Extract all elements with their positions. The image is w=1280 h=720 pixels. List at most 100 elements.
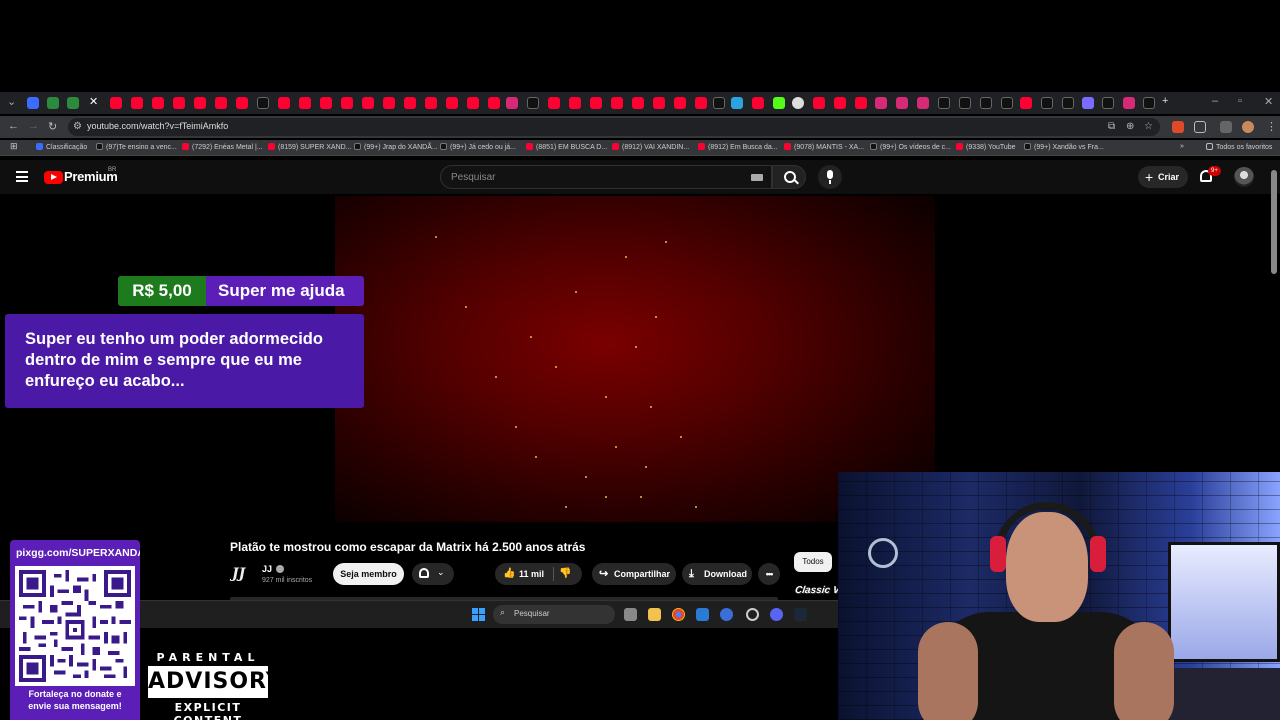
browser-menu-icon[interactable]: ⋮ — [1266, 120, 1277, 133]
bookmark-item[interactable]: (8851) EM BUSCA D... — [526, 143, 607, 151]
more-bookmarks-icon[interactable]: » — [1180, 143, 1184, 150]
network-app-icon[interactable] — [720, 608, 733, 621]
tab-favicon[interactable] — [47, 97, 59, 109]
tab-favicon[interactable] — [1062, 97, 1074, 109]
photos-app-icon[interactable] — [696, 608, 709, 621]
bookmark-item[interactable]: (99+) Os vídeos de c... — [870, 143, 951, 151]
tab-favicon[interactable] — [506, 97, 518, 109]
tab-favicon[interactable] — [752, 97, 764, 109]
bookmark-item[interactable]: (8912) Em Busca da... — [698, 143, 778, 151]
tab-favicon[interactable] — [773, 97, 785, 109]
task-view-icon[interactable] — [624, 608, 637, 621]
tab-favicon[interactable] — [632, 97, 644, 109]
bookmark-item[interactable]: (99+) Já cedo ou já... — [440, 143, 516, 151]
url-field[interactable]: ⚙ youtube.com/watch?v=fTeimiAmkfo ⧉ ⊕ ☆ — [68, 118, 1160, 136]
tab-favicon[interactable] — [1041, 97, 1053, 109]
tab-favicon[interactable] — [194, 97, 206, 109]
tab-favicon[interactable] — [299, 97, 311, 109]
more-actions-button[interactable]: ••• — [758, 563, 780, 585]
tab-favicon[interactable] — [320, 97, 332, 109]
tab-favicon[interactable] — [713, 97, 725, 109]
minimize-icon[interactable]: – — [1212, 95, 1218, 107]
taskbar-search[interactable]: ⌕ Pesquisar — [493, 605, 615, 624]
apps-grid-icon[interactable]: ⊞ — [10, 141, 18, 152]
bookmark-item[interactable]: (7292) Enéas Metal |... — [182, 143, 263, 151]
tab-favicon[interactable] — [527, 97, 539, 109]
subscription-bell-button[interactable]: ⌄ — [412, 563, 454, 585]
tab-favicon[interactable] — [467, 97, 479, 109]
tab-favicon[interactable] — [855, 97, 867, 109]
tab-favicon[interactable] — [173, 97, 185, 109]
maximize-icon[interactable]: ▫ — [1238, 95, 1242, 107]
bookmark-item[interactable]: (9338) YouTube — [956, 143, 1016, 151]
bookmark-item[interactable]: (97)Te ensino a venc... — [96, 143, 177, 151]
extensions-puzzle-icon[interactable] — [1194, 121, 1206, 133]
bookmark-star-icon[interactable]: ☆ — [1144, 121, 1153, 132]
share-button[interactable]: ↪ Compartilhar — [592, 563, 676, 585]
like-count[interactable]: 11 mil — [519, 563, 544, 585]
app-icon[interactable] — [770, 608, 783, 621]
tab-favicon[interactable] — [917, 97, 929, 109]
windows-start-icon[interactable] — [472, 608, 485, 621]
back-icon[interactable]: ← — [8, 120, 19, 132]
bookmark-item[interactable]: Classificação — [36, 143, 87, 151]
reload-icon[interactable]: ↻ — [48, 120, 57, 133]
tab-favicon[interactable] — [1020, 97, 1032, 109]
tab-favicon[interactable] — [875, 97, 887, 109]
tab-favicon[interactable] — [731, 97, 743, 109]
extension-icon[interactable] — [1172, 121, 1184, 133]
tab-favicon[interactable] — [257, 97, 269, 109]
tab-favicon[interactable] — [980, 97, 992, 109]
zoom-icon[interactable]: ⊕ — [1126, 121, 1134, 132]
tab-favicon[interactable] — [653, 97, 665, 109]
search-button[interactable] — [772, 165, 806, 189]
close-tab-icon[interactable]: ✕ — [89, 95, 98, 108]
tab-favicon[interactable] — [938, 97, 950, 109]
all-bookmarks[interactable]: Todos os favoritos — [1206, 143, 1272, 151]
bookmark-item[interactable]: (9078) MANTIS - XA... — [784, 143, 864, 151]
hamburger-menu-icon[interactable] — [16, 171, 28, 182]
tab-favicon[interactable] — [1102, 97, 1114, 109]
tab-favicon[interactable] — [695, 97, 707, 109]
bookmark-item[interactable]: (99+) Jrap do XANDÃ... — [354, 143, 438, 151]
tab-favicon[interactable] — [383, 97, 395, 109]
channel-logo[interactable]: JJ — [232, 566, 245, 582]
bookmark-item[interactable]: (99+) Xandão vs Fra... — [1024, 143, 1104, 151]
sidebar-icon[interactable] — [1220, 121, 1232, 133]
tab-favicon[interactable] — [1082, 97, 1094, 109]
tab-favicon[interactable] — [404, 97, 416, 109]
profile-avatar[interactable] — [1242, 121, 1254, 133]
search-input[interactable] — [451, 170, 731, 184]
youtube-logo-icon[interactable] — [44, 171, 63, 184]
new-tab-icon[interactable]: + — [1162, 95, 1168, 107]
create-button[interactable]: + Criar — [1138, 166, 1189, 188]
tab-favicon[interactable] — [215, 97, 227, 109]
tab-favicon[interactable] — [1001, 97, 1013, 109]
channel-name[interactable]: JJ — [262, 564, 272, 574]
chrome-icon[interactable] — [672, 608, 685, 621]
forward-icon[interactable]: → — [28, 120, 39, 132]
recommended-thumbnail-label[interactable]: Classic Vi — [794, 585, 842, 596]
thumbs-down-icon[interactable]: 👎 — [559, 563, 571, 585]
tab-favicon[interactable] — [1143, 97, 1155, 109]
tab-favicon[interactable] — [959, 97, 971, 109]
tab-favicon[interactable] — [131, 97, 143, 109]
tab-favicon[interactable] — [548, 97, 560, 109]
tab-favicon[interactable] — [813, 97, 825, 109]
obs-icon[interactable] — [746, 608, 759, 621]
tab-favicon[interactable] — [896, 97, 908, 109]
install-app-icon[interactable]: ⧉ — [1108, 121, 1115, 132]
tab-favicon[interactable] — [67, 97, 79, 109]
tab-favicon[interactable] — [792, 97, 804, 109]
close-window-icon[interactable]: ✕ — [1264, 95, 1273, 108]
filter-chip-all[interactable]: Todos — [794, 552, 832, 572]
tab-favicon[interactable] — [834, 97, 846, 109]
tab-search-icon[interactable]: ⌄ — [7, 95, 16, 108]
download-button[interactable]: ⤓ Download — [682, 563, 752, 585]
keyboard-icon[interactable] — [751, 174, 763, 181]
tab-favicon[interactable] — [488, 97, 500, 109]
tab-favicon[interactable] — [590, 97, 602, 109]
voice-search-button[interactable] — [818, 165, 842, 189]
file-explorer-icon[interactable] — [648, 608, 661, 621]
thumbs-up-icon[interactable]: 👍 — [503, 563, 515, 585]
